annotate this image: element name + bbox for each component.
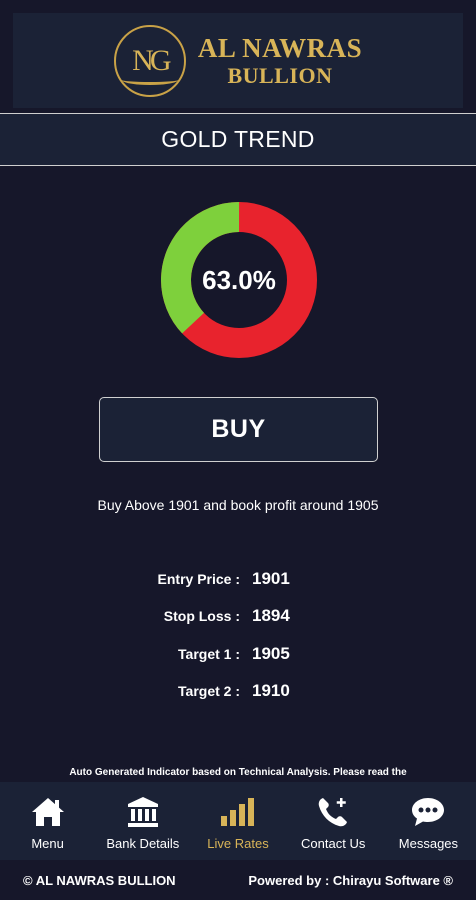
phone-icon (313, 794, 353, 830)
trend-percent-label: 63.0% (202, 264, 276, 295)
brand-name-line2: BULLION (227, 62, 333, 88)
nav-label: Menu (31, 836, 64, 851)
nav-item-messages[interactable]: Messages (381, 782, 476, 860)
chat-bubble-icon (408, 794, 448, 830)
home-icon (28, 794, 68, 830)
brand-name: AL NAWRAS BULLION (198, 33, 362, 89)
nav-item-menu[interactable]: Menu (0, 782, 95, 860)
disclaimer-text: Auto Generated Indicator based on Techni… (69, 767, 407, 778)
stat-value: 1894 (252, 606, 290, 625)
nav-label: Messages (398, 836, 459, 851)
header-logo-bar: NG AL NAWRAS BULLION (13, 13, 463, 108)
bottom-navigation: Menu Bank Details Live Rates Contact Us … (0, 782, 476, 860)
stat-value: 1910 (252, 681, 290, 700)
page-title: GOLD TREND (161, 126, 315, 152)
nav-item-bank-details[interactable]: Bank Details (95, 782, 190, 860)
bank-icon (123, 794, 163, 830)
footer: © AL NAWRAS BULLION Powered by : Chirayu… (0, 860, 476, 900)
bar-chart-icon (218, 794, 258, 830)
footer-copyright: © AL NAWRAS BULLION (23, 872, 176, 888)
nav-item-live-rates[interactable]: Live Rates (190, 782, 285, 860)
stat-row-target-1: Target 1 : 1905 (0, 642, 476, 668)
footer-powered-by[interactable]: Powered by : Chirayu Software ® (248, 873, 453, 888)
stat-label: Target 1 : (178, 646, 240, 662)
brand-monogram: NG (132, 43, 171, 77)
stat-row-target-2: Target 2 : 1910 (0, 679, 476, 705)
stat-label: Entry Price : (157, 571, 240, 587)
nav-label: Contact Us (301, 836, 366, 851)
stat-label: Stop Loss : (163, 608, 240, 624)
logo-swoosh (121, 75, 178, 85)
brand-logo-emblem: NG (113, 24, 186, 97)
trend-donut-chart: 63.0% (161, 202, 317, 358)
buy-signal-button[interactable]: BUY (99, 397, 378, 462)
nav-label: Bank Details (106, 836, 180, 851)
stat-label: Target 2 : (178, 683, 240, 699)
trade-advice-text: Buy Above 1901 and book profit around 19… (97, 497, 379, 513)
page-title-bar: GOLD TREND (0, 113, 476, 166)
nav-item-contact-us[interactable]: Contact Us (286, 782, 381, 860)
stat-row-stop-loss: Stop Loss : 1894 (0, 604, 476, 630)
stat-row-entry-price: Entry Price : 1901 (0, 567, 476, 593)
stat-value: 1901 (252, 569, 290, 588)
stat-value: 1905 (252, 644, 290, 663)
nav-label: Live Rates (207, 836, 269, 851)
brand-name-line1: AL NAWRAS (197, 32, 363, 63)
